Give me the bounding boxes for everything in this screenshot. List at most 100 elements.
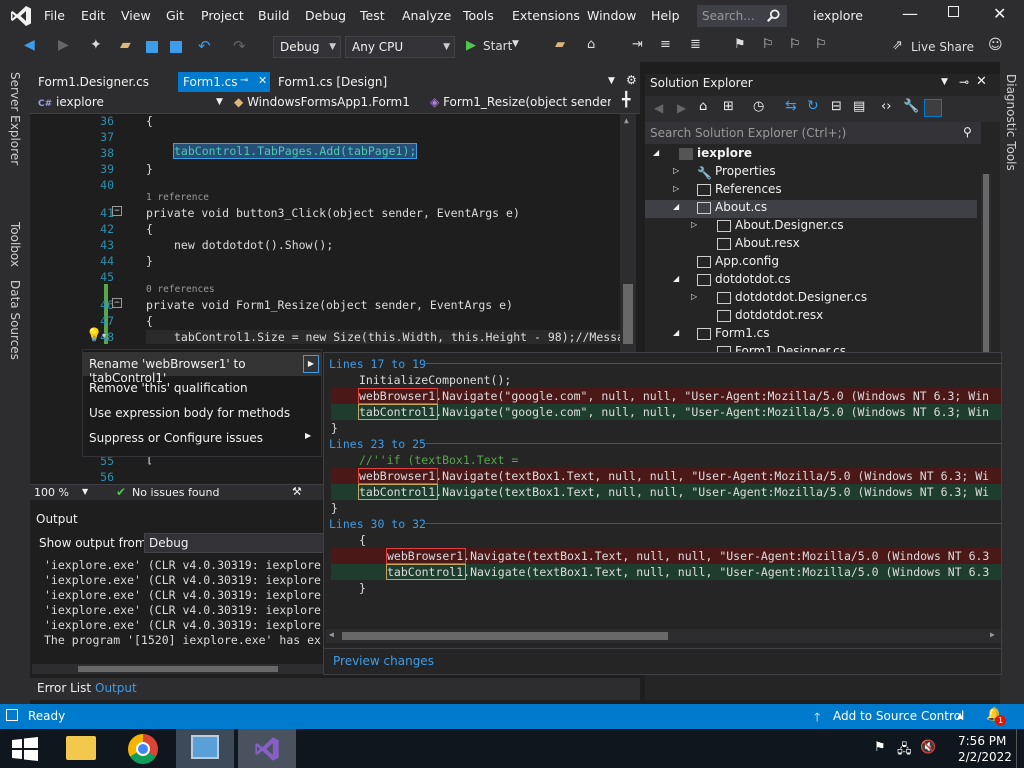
new-project-icon[interactable]: ✦ xyxy=(90,37,102,57)
chevron-down-icon[interactable]: ▼ xyxy=(102,332,106,340)
collapse-all-icon[interactable]: ⊟ xyxy=(831,99,842,114)
control-panel-button[interactable] xyxy=(176,729,234,768)
tree-item-about-resx[interactable]: About.resx xyxy=(717,236,800,254)
menu-extensions[interactable]: Extensions xyxy=(512,8,580,23)
home-icon[interactable]: ⌂ xyxy=(699,99,707,114)
menu-help[interactable]: Help xyxy=(651,8,680,23)
tree-item-form1-cs[interactable]: Form1.cs xyxy=(697,326,770,344)
forward-icon[interactable]: ▶ xyxy=(58,37,69,57)
bookmark-prev-icon[interactable]: ⚐ xyxy=(762,37,774,57)
minimize-icon[interactable]: — xyxy=(902,4,918,23)
issues-status[interactable]: No issues found xyxy=(132,486,219,499)
chevron-down-icon[interactable]: ▼ xyxy=(82,487,88,496)
tree-item-dotdotdot-cs[interactable]: dotdotdot.cs xyxy=(697,272,791,290)
cleanup-icon[interactable]: ⚒ xyxy=(292,485,302,498)
search-input[interactable]: Search... xyxy=(697,5,787,27)
flag-icon[interactable]: ⚑ xyxy=(874,740,886,755)
menu-view[interactable]: View xyxy=(121,8,151,23)
collapsed-icon[interactable]: ▷ xyxy=(691,220,697,229)
rename-action[interactable]: Rename 'webBrowser1' to 'tabControl1' ▶ xyxy=(83,352,321,385)
menu-window[interactable]: Window xyxy=(587,8,636,23)
expanded-icon[interactable]: ◢ xyxy=(673,202,679,211)
sync-icon[interactable]: ⇆ xyxy=(785,98,797,114)
split-icon[interactable]: ╋ xyxy=(622,92,630,108)
menu-tools[interactable]: Tools xyxy=(463,8,494,23)
se-search-input[interactable]: Search Solution Explorer (Ctrl+;) ⚲ xyxy=(645,122,981,144)
chevron-down-icon[interactable]: ▼ xyxy=(512,39,519,59)
collapsed-icon[interactable]: ▷ xyxy=(673,184,679,193)
bookmark-clear-icon[interactable]: ⚐ xyxy=(815,37,827,57)
remove-this-action[interactable]: Remove 'this' qualification xyxy=(83,376,321,400)
back-icon[interactable]: ◀ xyxy=(24,37,35,57)
expanded-icon[interactable]: ◢ xyxy=(673,274,679,283)
indent-icon[interactable]: ≣ xyxy=(690,37,701,57)
preview-changes-link[interactable]: Preview changes xyxy=(333,654,434,668)
collapse-icon[interactable]: − xyxy=(112,298,122,308)
member-combo[interactable]: ◈ Form1_Resize(object sender, E xyxy=(426,93,611,113)
scroll-left-icon[interactable]: ◀ xyxy=(329,630,334,639)
submenu-arrow-icon[interactable]: ▶ xyxy=(303,355,319,373)
output-text[interactable]: 'iexplore.exe' (CLR v4.0.30319: iexplore… xyxy=(44,558,330,656)
project-combo[interactable]: C# iexplore xyxy=(34,93,226,113)
refresh-icon[interactable]: ↻ xyxy=(807,98,819,114)
start-icon[interactable]: ▶ xyxy=(466,38,476,58)
visual-studio-button[interactable] xyxy=(238,729,296,768)
preview-hscrollbar[interactable]: ◀ ▶ xyxy=(326,629,1001,643)
save-icon[interactable] xyxy=(146,41,158,53)
scroll-thumb[interactable] xyxy=(78,666,278,672)
tree-item-dotdotdot-designer[interactable]: dotdotdot.Designer.cs xyxy=(717,290,867,308)
clock-time[interactable]: 7:56 PM xyxy=(958,734,1006,748)
menu-edit[interactable]: Edit xyxy=(81,8,105,23)
tree-item-solution[interactable]: iexplore xyxy=(679,146,752,164)
data-sources-tab[interactable]: Data Sources xyxy=(8,280,22,360)
browse-icon[interactable]: ⌂ xyxy=(587,37,595,57)
network-icon[interactable]: 🖧 xyxy=(897,740,912,762)
feedback-icon[interactable]: ☺ xyxy=(988,37,1003,57)
live-share-icon[interactable]: ⇗ xyxy=(892,38,903,58)
start-button[interactable]: Start xyxy=(483,39,512,59)
bookmark-icon[interactable]: ⚑ xyxy=(734,37,746,57)
menu-debug[interactable]: Debug xyxy=(305,8,346,23)
platform-combo[interactable]: Any CPU ▼ xyxy=(345,36,455,58)
live-share-button[interactable]: Live Share xyxy=(911,40,974,60)
switch-views-icon[interactable]: ⊞ xyxy=(723,99,734,114)
maximize-icon[interactable] xyxy=(948,6,959,17)
toolbox-tab[interactable]: Toolbox xyxy=(8,222,22,267)
menu-git[interactable]: Git xyxy=(166,8,184,23)
properties-icon[interactable]: 🔧 xyxy=(903,99,919,114)
code-lens-references[interactable]: 0 references xyxy=(146,284,215,295)
add-source-control[interactable]: Add to Source Control xyxy=(833,709,964,723)
chrome-button[interactable] xyxy=(114,729,172,768)
chevron-down-icon[interactable]: ▼ xyxy=(608,76,615,86)
back-icon[interactable]: ◀ xyxy=(654,101,663,115)
collapse-icon[interactable]: − xyxy=(112,206,122,216)
tree-item-about-designer[interactable]: About.Designer.cs xyxy=(717,218,844,236)
tab-form1-design[interactable]: Form1.cs [Design] xyxy=(272,72,393,92)
scroll-thumb[interactable] xyxy=(342,632,668,640)
tree-item-app-config[interactable]: App.config xyxy=(697,254,779,272)
format-icon[interactable]: ≡ xyxy=(660,37,671,57)
redo-icon[interactable]: ↷ xyxy=(233,37,246,57)
tab-error-list[interactable]: Error List xyxy=(37,681,91,695)
gear-icon[interactable]: ⚙ xyxy=(626,73,637,87)
scroll-up-icon[interactable]: ▲ xyxy=(624,116,629,125)
expression-body-action[interactable]: Use expression body for methods xyxy=(83,401,321,425)
preview-toggle-icon[interactable] xyxy=(924,99,942,117)
undo-icon[interactable]: ↶ xyxy=(198,37,211,57)
tree-item-properties[interactable]: 🔧 Properties xyxy=(697,164,776,182)
collapsed-icon[interactable]: ▷ xyxy=(691,292,697,301)
se-scrollbar[interactable] xyxy=(981,174,991,354)
zoom-level[interactable]: 100 % xyxy=(34,486,69,499)
clock-date[interactable]: 2/2/2022 xyxy=(958,750,1012,764)
menu-file[interactable]: File xyxy=(44,8,65,23)
chevron-down-icon[interactable]: ▼ xyxy=(941,77,948,87)
history-icon[interactable]: ◷ xyxy=(753,99,764,114)
volume-muted-icon[interactable]: 🔇 xyxy=(920,740,936,755)
expanded-icon[interactable]: ◢ xyxy=(673,328,679,337)
output-hscrollbar[interactable] xyxy=(32,664,326,674)
tree-item-about-cs[interactable]: About.cs xyxy=(697,200,767,218)
step-icon[interactable]: ⇥ xyxy=(632,37,643,57)
scroll-thumb[interactable] xyxy=(623,284,633,344)
tab-output[interactable]: Output xyxy=(95,681,137,695)
menu-build[interactable]: Build xyxy=(258,8,289,23)
